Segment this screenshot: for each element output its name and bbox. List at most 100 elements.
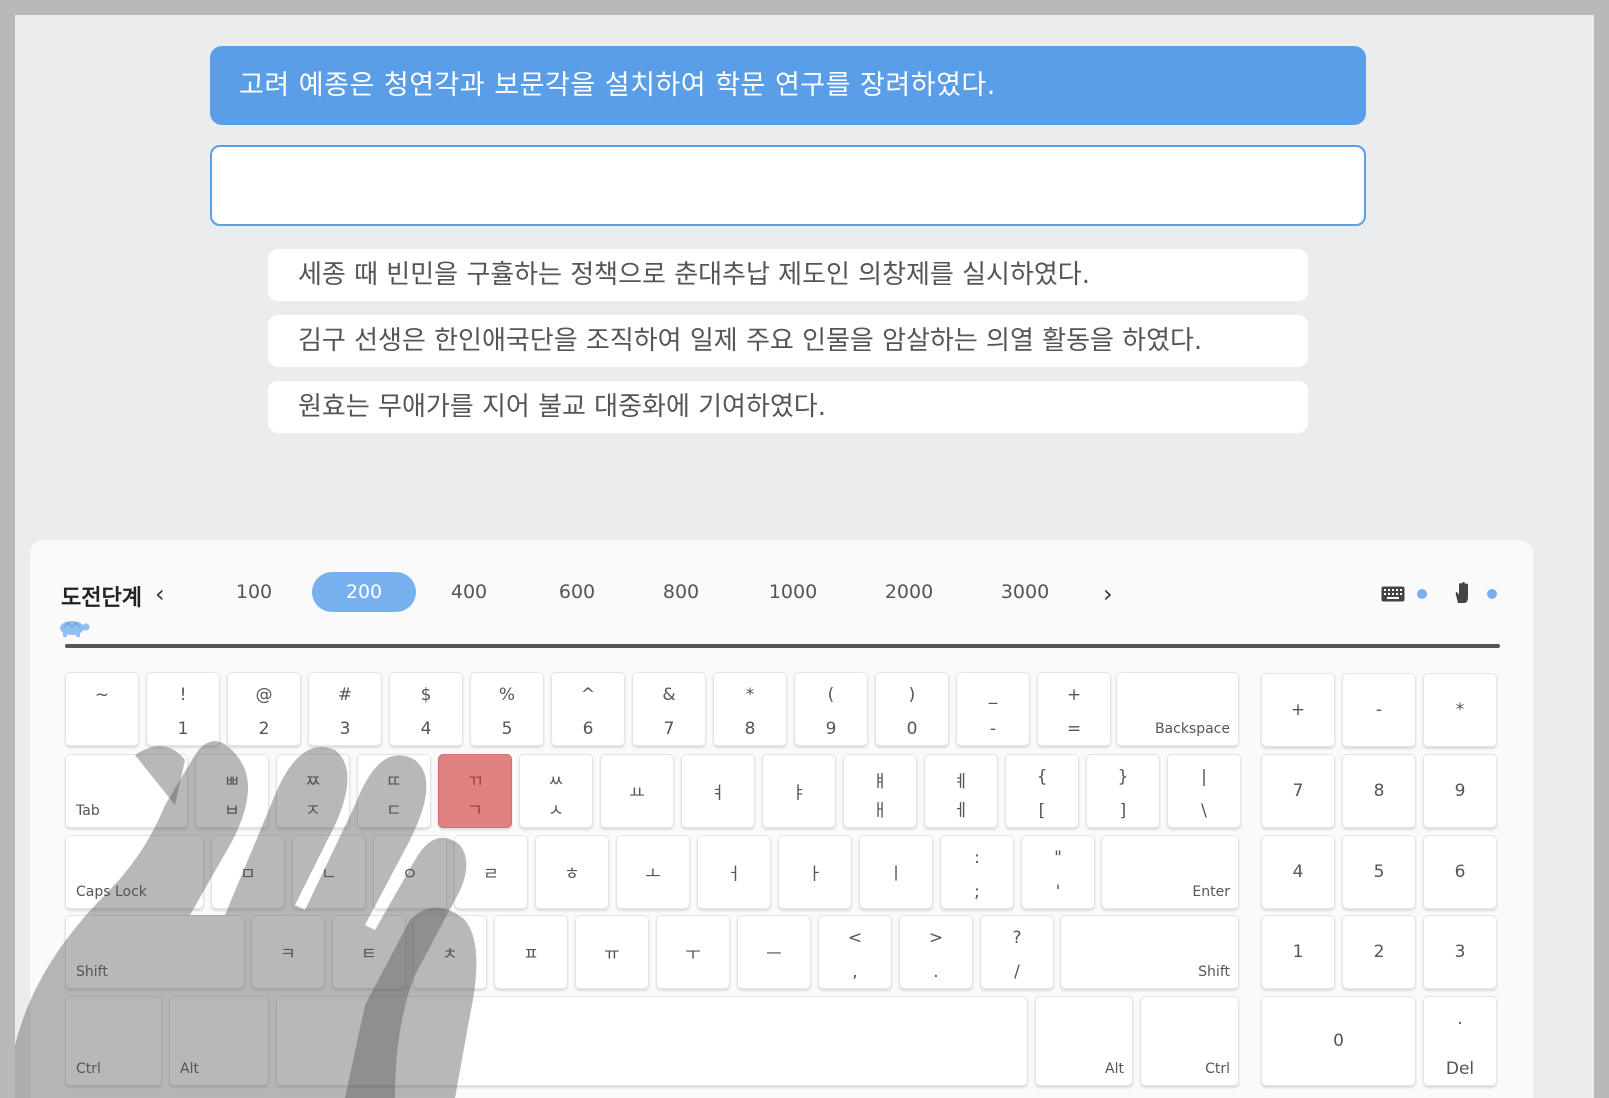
key-legend: + bbox=[1066, 685, 1082, 705]
numpad-key-9[interactable]: 9 bbox=[1423, 754, 1497, 828]
numpad-key-del[interactable]: . Del bbox=[1423, 996, 1497, 1086]
key-legend: 6 bbox=[1454, 862, 1466, 882]
key-alt-left[interactable]: Alt bbox=[169, 996, 269, 1086]
numpad-key-+[interactable]: + bbox=[1261, 673, 1335, 747]
key-=[interactable]: + = bbox=[1037, 672, 1111, 746]
chevron-right-icon[interactable]: › bbox=[1103, 580, 1113, 608]
key-][interactable]: }] bbox=[1086, 754, 1160, 828]
key-ㅕ[interactable]: ㅕ bbox=[681, 754, 755, 828]
key--[interactable]: _ - bbox=[956, 672, 1030, 746]
key-\[interactable]: | \ bbox=[1167, 754, 1241, 828]
key-8[interactable]: * 8 bbox=[713, 672, 787, 746]
key-ㅅ[interactable]: ㅆㅅ bbox=[519, 754, 593, 828]
key-,[interactable]: <, bbox=[818, 915, 892, 989]
numpad-key-7[interactable]: 7 bbox=[1261, 754, 1335, 828]
key-6[interactable]: ^ 6 bbox=[551, 672, 625, 746]
level-option-100[interactable]: 100 bbox=[202, 572, 306, 612]
key-shift-left[interactable]: Shift bbox=[65, 915, 245, 989]
upcoming-sentence: 김구 선생은 한인애국단을 조직하여 일제 주요 인물을 암살하는 의열 활동을… bbox=[268, 315, 1308, 367]
chevron-left-icon[interactable]: ‹ bbox=[155, 580, 165, 608]
key-legend: ' bbox=[1055, 882, 1061, 902]
level-option-1000[interactable]: 1000 bbox=[741, 572, 845, 612]
key-ㅐ[interactable]: ㅒㅐ bbox=[843, 754, 917, 828]
stage-progress-bar bbox=[65, 644, 1500, 648]
level-option-2000[interactable]: 2000 bbox=[857, 572, 961, 612]
key-ㅊ[interactable]: ㅊ bbox=[413, 915, 487, 989]
key-9[interactable]: (9 bbox=[794, 672, 868, 746]
key-ㅑ[interactable]: ㅑ bbox=[762, 754, 836, 828]
numpad-key-8[interactable]: 8 bbox=[1342, 754, 1416, 828]
key-ㅁ[interactable]: ㅁ bbox=[211, 835, 285, 909]
key-7[interactable]: & 7 bbox=[632, 672, 706, 746]
key-shift-right[interactable]: Shift bbox=[1060, 915, 1239, 989]
key-legend: . bbox=[1457, 1009, 1463, 1029]
key-legend: Tab bbox=[76, 803, 100, 819]
key-ctrl-left[interactable]: Ctrl bbox=[65, 996, 162, 1086]
numpad-key-3[interactable]: 3 bbox=[1423, 915, 1497, 989]
key-ㅗ[interactable]: ㅗ bbox=[616, 835, 690, 909]
key-legend: Caps Lock bbox=[76, 884, 147, 900]
key-ㅍ[interactable]: ㅍ bbox=[494, 915, 568, 989]
key-ㅂ[interactable]: ㅃㅂ bbox=[195, 754, 269, 828]
key-ㄷ[interactable]: ㄸㄷ bbox=[357, 754, 431, 828]
key-[[interactable]: {[ bbox=[1005, 754, 1079, 828]
key-ㅡ[interactable]: ㅡ bbox=[737, 915, 811, 989]
key-5[interactable]: % 5 bbox=[470, 672, 544, 746]
key-3[interactable]: #3 bbox=[308, 672, 382, 746]
numpad-key-*[interactable]: * bbox=[1423, 673, 1497, 747]
level-option-200[interactable]: 200 bbox=[312, 572, 416, 612]
level-option-400[interactable]: 400 bbox=[417, 572, 521, 612]
key-ㅣ[interactable]: ㅣ bbox=[859, 835, 933, 909]
key-0[interactable]: ) 0 bbox=[875, 672, 949, 746]
key-2[interactable]: @2 bbox=[227, 672, 301, 746]
key-ㅏ[interactable]: ㅏ bbox=[778, 835, 852, 909]
keyboard-icon[interactable] bbox=[1381, 586, 1405, 602]
key-caps-lock[interactable]: Caps Lock bbox=[65, 835, 204, 909]
key-ctrl-right[interactable]: Ctrl bbox=[1140, 996, 1239, 1086]
level-option-600[interactable]: 600 bbox=[525, 572, 629, 612]
key-ㅋ[interactable]: ㅋ bbox=[251, 915, 325, 989]
key-ㅎ[interactable]: ㅎ bbox=[535, 835, 609, 909]
key-enter[interactable]: Enter bbox=[1101, 835, 1239, 909]
key-ㄴ[interactable]: ㄴ bbox=[292, 835, 366, 909]
numpad-key-6[interactable]: 6 bbox=[1423, 835, 1497, 909]
hand-icon[interactable] bbox=[1452, 581, 1472, 605]
key-4[interactable]: $4 bbox=[389, 672, 463, 746]
typing-input[interactable] bbox=[210, 145, 1366, 226]
key-ㅈ[interactable]: ㅉㅈ bbox=[276, 754, 350, 828]
key-ㅇ[interactable]: ㅇ bbox=[373, 835, 447, 909]
key-ㄹ[interactable]: ㄹ bbox=[454, 835, 528, 909]
key-backspace[interactable]: Backspace bbox=[1116, 672, 1239, 746]
key-ㅓ[interactable]: ㅓ bbox=[697, 835, 771, 909]
level-option-3000[interactable]: 3000 bbox=[973, 572, 1077, 612]
key-ㅌ[interactable]: ㅌ bbox=[332, 915, 406, 989]
key-space[interactable] bbox=[276, 996, 1028, 1086]
key-alt-right[interactable]: Alt bbox=[1035, 996, 1133, 1086]
numpad-key-4[interactable]: 4 bbox=[1261, 835, 1335, 909]
hand-toggle-dot[interactable] bbox=[1487, 589, 1497, 599]
key-'[interactable]: " ' bbox=[1021, 835, 1095, 909]
key-ㅜ[interactable]: ㅜ bbox=[656, 915, 730, 989]
key-ㅔ[interactable]: ㅖㅔ bbox=[924, 754, 998, 828]
key-1[interactable]: ! 1 bbox=[146, 672, 220, 746]
key-legend: ㅡ bbox=[766, 944, 782, 965]
key-legend: ; bbox=[974, 882, 980, 902]
key-.[interactable]: >. bbox=[899, 915, 973, 989]
keyboard-toggle-dot[interactable] bbox=[1417, 589, 1427, 599]
key-legend: ㄸ bbox=[386, 772, 402, 792]
level-option-800[interactable]: 800 bbox=[629, 572, 733, 612]
key-ㄱ[interactable]: ㄲㄱ bbox=[438, 754, 512, 828]
numpad-key--[interactable]: - bbox=[1342, 673, 1416, 747]
key-legend: ㅈ bbox=[305, 801, 321, 821]
key-ㅛ[interactable]: ㅛ bbox=[600, 754, 674, 828]
numpad-key-1[interactable]: 1 bbox=[1261, 915, 1335, 989]
numpad-key-5[interactable]: 5 bbox=[1342, 835, 1416, 909]
key-~[interactable]: ~ bbox=[65, 672, 139, 746]
key-;[interactable]: :; bbox=[940, 835, 1014, 909]
key-/[interactable]: ? / bbox=[980, 915, 1054, 989]
key-tab[interactable]: Tab bbox=[65, 754, 188, 828]
key-ㅠ[interactable]: ㅠ bbox=[575, 915, 649, 989]
numpad-key-2[interactable]: 2 bbox=[1342, 915, 1416, 989]
numpad-key-0[interactable]: 0 bbox=[1261, 996, 1416, 1086]
key-legend: ㅐ bbox=[872, 801, 888, 821]
